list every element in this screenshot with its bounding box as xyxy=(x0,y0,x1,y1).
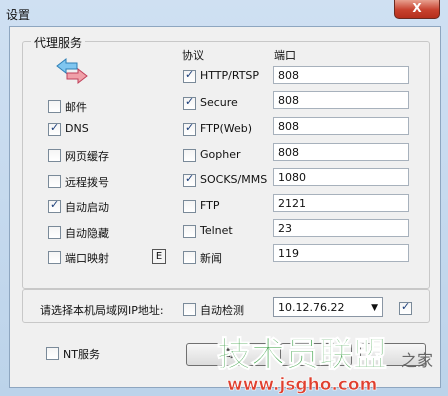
ip-select[interactable]: 10.12.76.22 ▼ xyxy=(273,297,383,317)
dialog-client-area: 代理服务 协议 端口 邮件 DNS 网页缓存 远程拨号 自动启动 自动隐藏 端口… xyxy=(9,26,441,388)
protocol-checkbox-socks[interactable] xyxy=(183,172,196,187)
mail-label: 邮件 xyxy=(65,101,87,114)
port-field-news[interactable]: 119 xyxy=(273,244,409,262)
ip-select-value: 10.12.76.22 xyxy=(278,301,345,314)
protocol-checkbox-ftp[interactable] xyxy=(183,200,196,213)
protocol-checkbox-gopher[interactable] xyxy=(183,149,196,162)
protocol-checkbox-http[interactable] xyxy=(183,68,196,83)
window-title: 设置 xyxy=(6,8,31,22)
port-mapping-checkbox[interactable] xyxy=(48,251,61,264)
port-field-ftp-web[interactable]: 808 xyxy=(273,117,409,135)
title-bar: 设置 X xyxy=(0,0,448,26)
advanced-button[interactable]: 高 xyxy=(186,343,270,366)
protocol-label-http: HTTP/RTSP xyxy=(200,69,260,82)
protocol-label-ftp: FTP xyxy=(200,199,220,212)
protocol-checkbox-telnet[interactable] xyxy=(183,225,196,238)
auto-start-checkbox[interactable] xyxy=(48,198,61,213)
mail-checkbox[interactable] xyxy=(48,100,61,113)
dns-checkbox[interactable] xyxy=(48,121,61,136)
close-button[interactable]: X xyxy=(394,0,440,19)
protocol-checkbox-ftp-web[interactable] xyxy=(183,121,196,136)
port-mapping-label: 端口映射 xyxy=(65,252,109,265)
port-field-socks[interactable]: 1080 xyxy=(273,168,409,186)
settings-window: 设置 X 代理服务 协议 端口 邮件 DNS 网页缓存 远程拨号 自动启动 xyxy=(0,0,448,396)
port-mapping-edit-button[interactable]: E xyxy=(152,249,166,264)
chevron-down-icon: ▼ xyxy=(371,303,378,313)
port-field-ftp[interactable]: 2121 xyxy=(273,194,409,212)
protocol-label-telnet: Telnet xyxy=(200,224,233,237)
remote-dial-checkbox[interactable] xyxy=(48,175,61,188)
remote-dial-label: 远程拨号 xyxy=(65,176,109,189)
cancel-button[interactable] xyxy=(360,343,426,366)
proxy-service-group-title: 代理服务 xyxy=(31,34,86,51)
auto-detect-checkbox[interactable] xyxy=(183,303,196,316)
protocol-header: 协议 xyxy=(182,49,204,62)
port-header: 端口 xyxy=(274,49,296,62)
port-field-secure[interactable]: 808 xyxy=(273,91,409,109)
port-field-http[interactable]: 808 xyxy=(273,66,409,84)
advanced-button-label: 高 xyxy=(222,347,234,360)
nt-service-checkbox[interactable] xyxy=(46,347,59,360)
auto-hide-label: 自动隐藏 xyxy=(65,227,109,240)
protocol-checkbox-secure[interactable] xyxy=(183,95,196,110)
ok-button[interactable] xyxy=(280,343,352,366)
protocol-label-news: 新闻 xyxy=(200,252,222,265)
dns-label: DNS xyxy=(65,122,89,135)
swap-arrows-icon xyxy=(56,57,88,85)
auto-start-label: 自动启动 xyxy=(65,201,109,214)
web-cache-label: 网页缓存 xyxy=(65,150,109,163)
protocol-checkbox-news[interactable] xyxy=(183,251,196,264)
auto-detect-label: 自动检测 xyxy=(200,304,244,317)
auto-hide-checkbox[interactable] xyxy=(48,226,61,239)
ip-extra-checkbox[interactable] xyxy=(399,300,412,315)
protocol-label-gopher: Gopher xyxy=(200,148,241,161)
port-field-telnet[interactable]: 23 xyxy=(273,219,409,237)
nt-service-label: NT服务 xyxy=(63,348,100,361)
web-cache-checkbox[interactable] xyxy=(48,149,61,162)
protocol-label-socks: SOCKS/MMS xyxy=(200,173,268,186)
protocol-label-ftp-web: FTP(Web) xyxy=(200,122,253,135)
protocol-label-secure: Secure xyxy=(200,96,238,109)
port-field-gopher[interactable]: 808 xyxy=(273,143,409,161)
lan-ip-label: 请选择本机局域网IP地址: xyxy=(40,304,164,317)
